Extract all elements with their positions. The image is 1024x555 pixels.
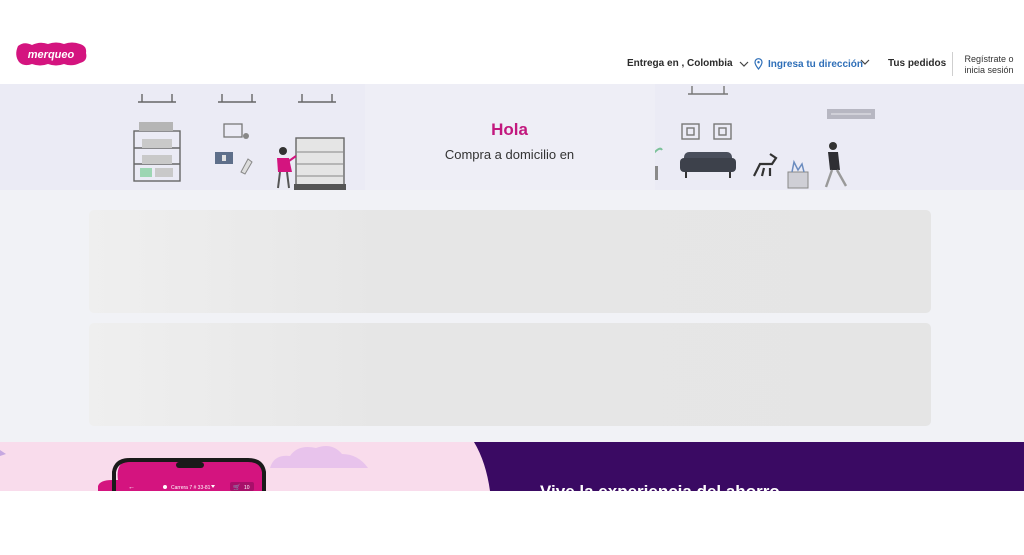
hero-subtitle: Compra a domicilio en xyxy=(444,147,575,162)
main-content xyxy=(0,190,1024,442)
loading-skeleton-card xyxy=(89,210,931,313)
back-arrow-icon: ← xyxy=(128,484,135,491)
top-header: merqueo Entrega en , Colombia Ingresa tu… xyxy=(0,0,1024,84)
chevron-down-icon xyxy=(739,61,749,67)
hero-greeting: Hola xyxy=(491,120,528,139)
address-label: Ingresa tu dirección xyxy=(768,58,864,70)
delivery-location-selector[interactable]: Entrega en , Colombia xyxy=(627,58,749,69)
orders-link[interactable]: Tus pedidos xyxy=(888,58,946,69)
address-selector[interactable]: Ingresa tu dirección xyxy=(754,58,863,70)
login-line-2: inicia sesión xyxy=(964,65,1014,75)
page: merqueo Entrega en , Colombia Ingresa tu… xyxy=(0,0,1024,555)
hero-banner: Hola Compra a domicilio en xyxy=(0,84,1024,190)
promo-heading: Vive la experiencia del ahorro xyxy=(540,482,780,491)
merqueo-logo[interactable]: merqueo xyxy=(14,40,88,68)
location-pin-icon xyxy=(754,58,763,70)
header-divider xyxy=(952,52,953,76)
logo-text: merqueo xyxy=(28,49,75,61)
page-bottom xyxy=(0,491,1024,555)
login-register-link[interactable]: Regístrate o inicia sesión xyxy=(961,54,1017,76)
chevron-down-icon[interactable] xyxy=(860,59,870,65)
cart-icon: 🛒 xyxy=(233,483,241,491)
loading-skeleton-card xyxy=(89,323,931,426)
promo-banner-graphic: ← Carrera 7 # 33-81 🛒 10 xyxy=(0,442,1024,491)
app-promo-banner[interactable]: ← Carrera 7 # 33-81 🛒 10 xyxy=(0,442,1024,491)
delivery-location-label: Entrega en , Colombia xyxy=(627,58,733,69)
login-line-1: Regístrate o xyxy=(964,54,1014,64)
